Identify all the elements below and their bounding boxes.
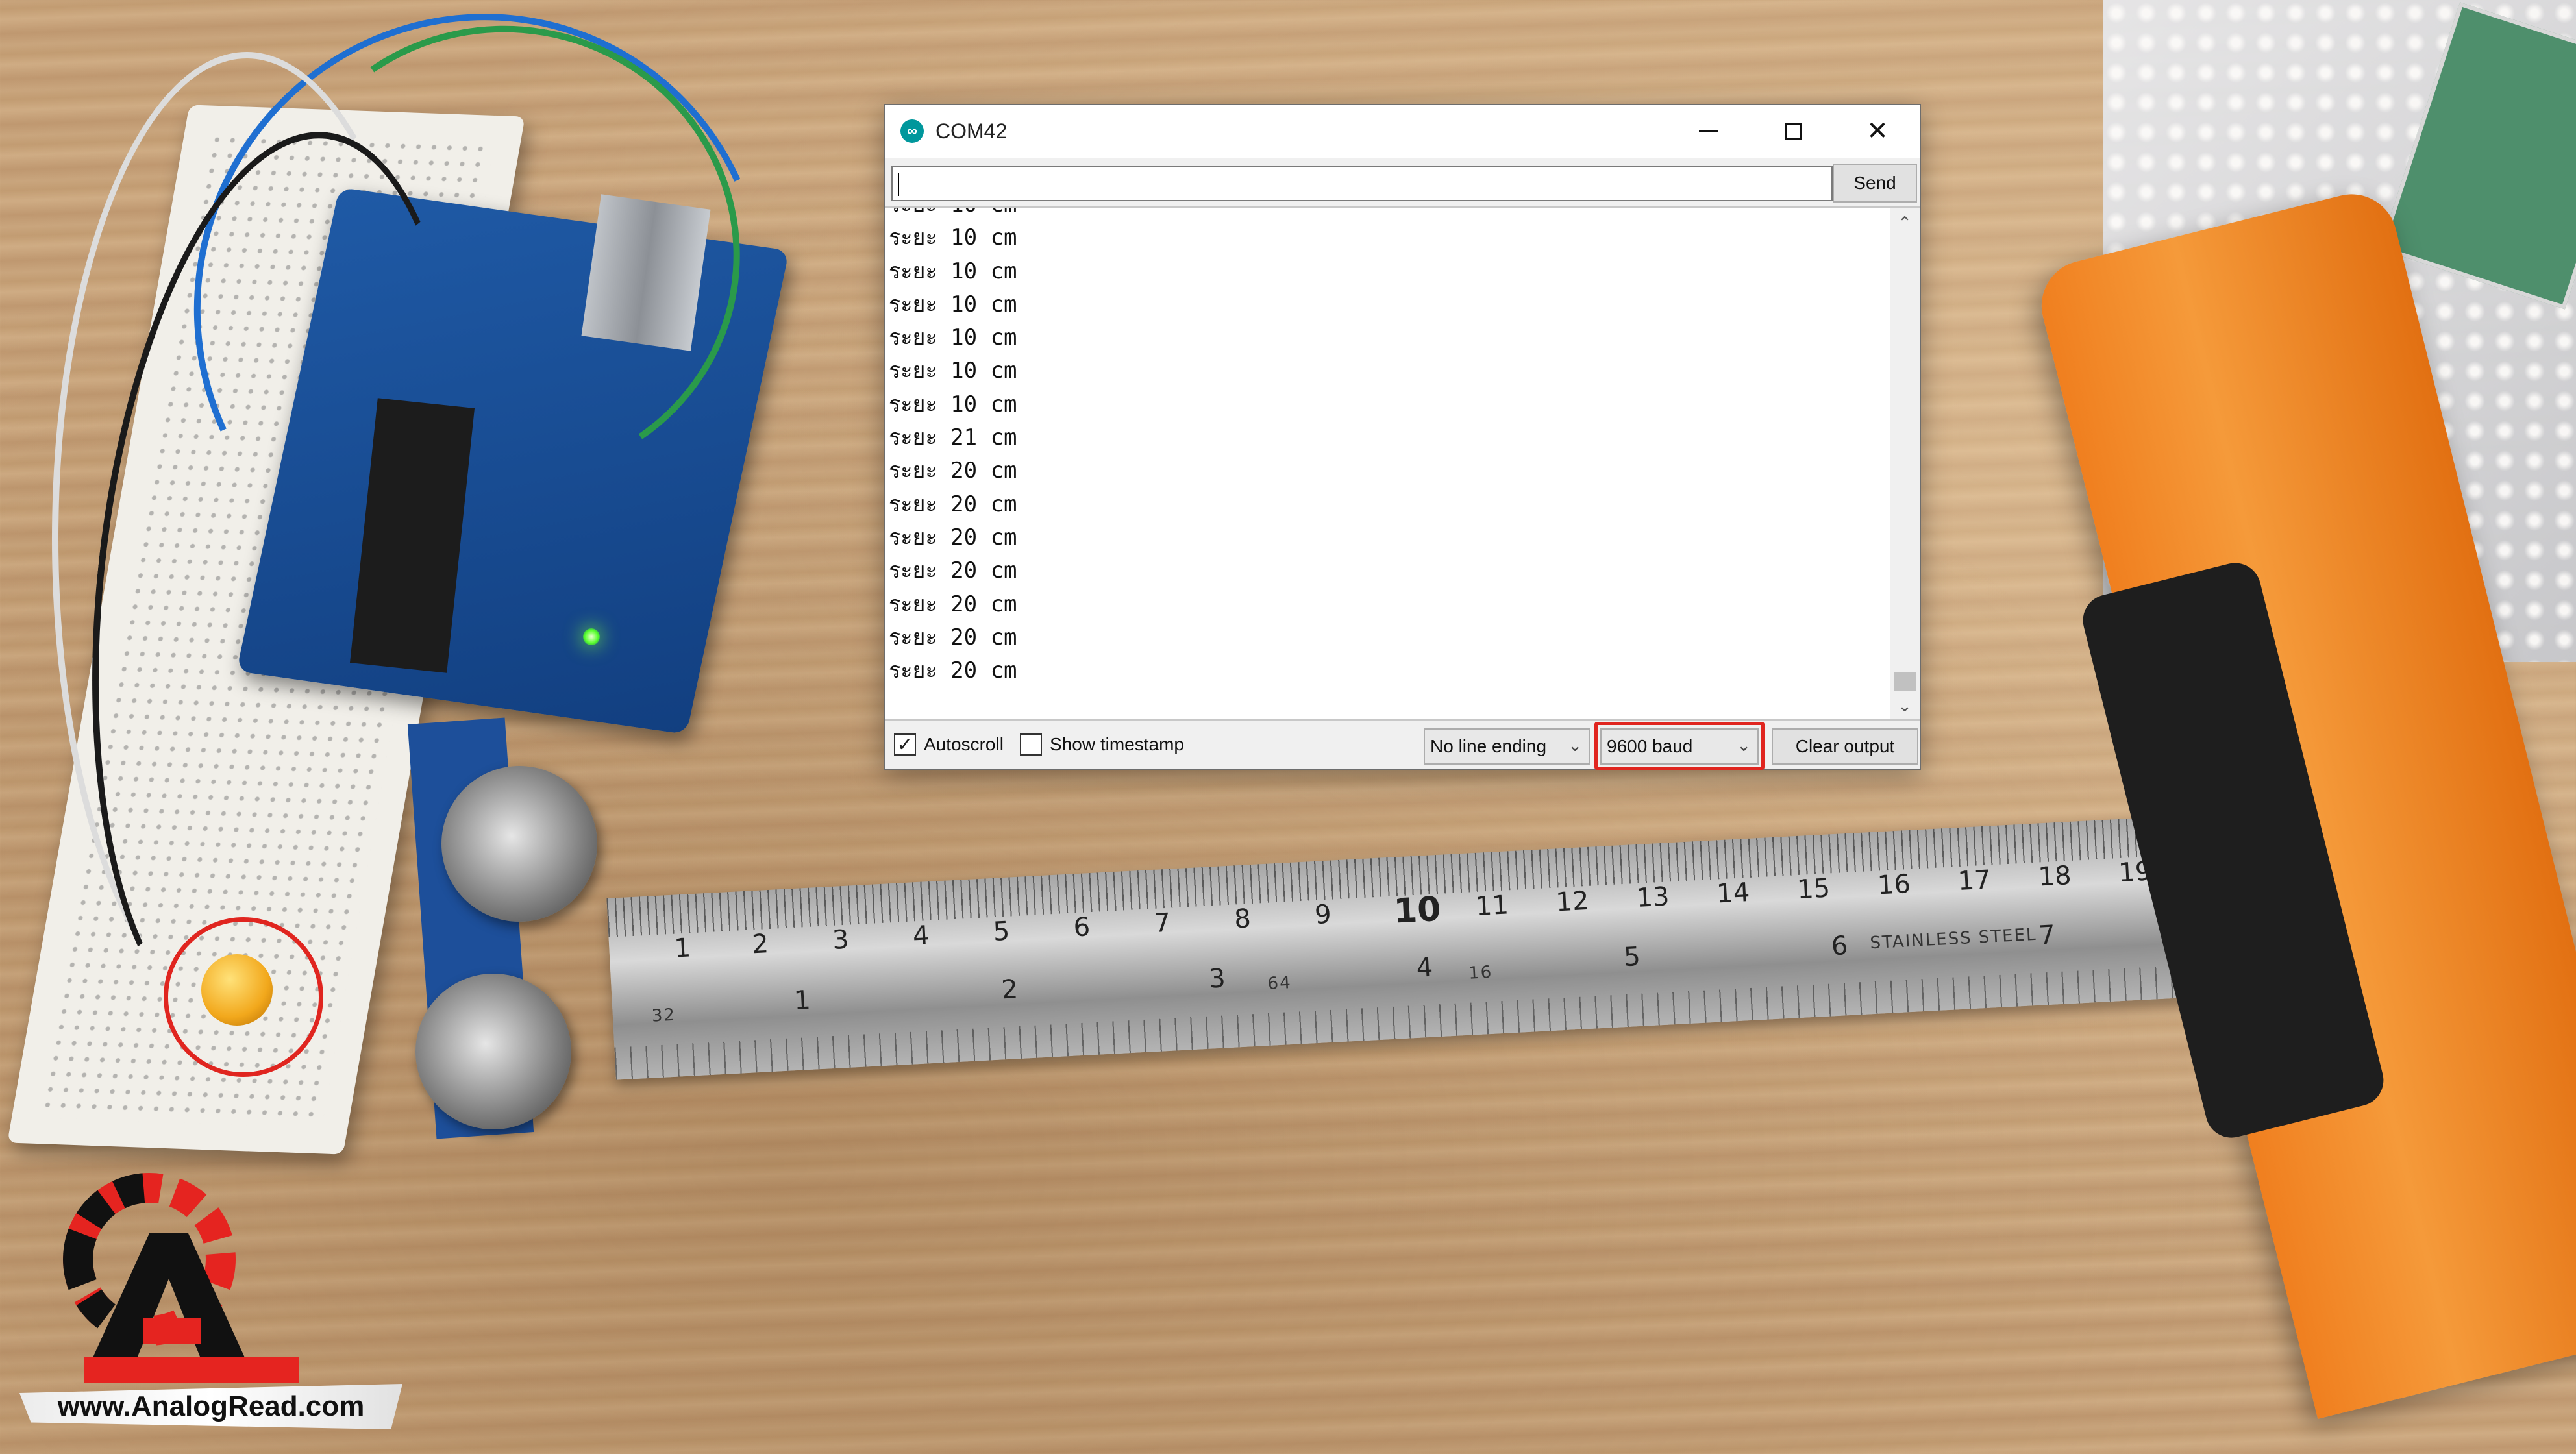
ultrasonic-transmitter <box>441 766 597 922</box>
gear-a-logo-icon <box>63 1173 299 1383</box>
ruler-top-number: 5 <box>992 916 1011 947</box>
output-line: ระยะ 20 cm <box>889 558 1017 584</box>
ruler-top-number: 15 <box>1796 873 1831 906</box>
output-line: ระยะ 10 cm <box>889 325 1017 351</box>
close-icon: ✕ <box>1866 116 1889 146</box>
status-led <box>583 628 600 645</box>
baud-highlight-box <box>1594 722 1765 770</box>
ruler-top-number: 1 <box>673 933 692 964</box>
maximize-icon <box>1785 123 1802 140</box>
ruler-top-number: 11 <box>1474 890 1509 922</box>
window-title: COM42 <box>935 119 1008 143</box>
ruler-top-number: 6 <box>1072 912 1091 943</box>
ruler-small-label: 16 <box>1468 962 1494 983</box>
output-line: ระยะ 10 cm <box>889 258 1017 284</box>
output-line: ระยะ 21 cm <box>889 425 1017 451</box>
timestamp-label: Show timestamp <box>1050 734 1184 754</box>
serial-monitor-window[interactable]: ∞ COM42 ✕ Send ระยะ 10 cm ระยะ 10 cm ระย… <box>884 104 1921 770</box>
title-bar[interactable]: ∞ COM42 ✕ <box>885 105 1920 157</box>
chevron-down-icon: ⌄ <box>1568 736 1582 756</box>
ruler-top-number: 9 <box>1313 899 1332 930</box>
line-ending-select[interactable]: No line ending ⌄ <box>1424 728 1590 765</box>
ruler-bottom-number: 6 <box>1830 931 1849 962</box>
output-line: ระยะ 20 cm <box>889 658 1017 684</box>
ruler-top-number: 3 <box>832 924 850 955</box>
output-lines: ระยะ 10 cm ระยะ 10 cm ระยะ 10 cm ระยะ 10… <box>889 208 1017 687</box>
maximize-button[interactable] <box>1751 105 1835 157</box>
ruler-brand-label: STAINLESS STEEL <box>1869 924 2038 954</box>
led-highlight-circle <box>164 917 323 1077</box>
send-button[interactable]: Send <box>1833 164 1917 203</box>
autoscroll-label: Autoscroll <box>924 734 1004 754</box>
ruler-top-number: 2 <box>751 929 770 960</box>
ruler-small-label: 64 <box>1267 973 1293 994</box>
ruler-top-number: 13 <box>1635 881 1670 913</box>
ruler-small-label: 32 <box>651 1005 676 1026</box>
send-bar: Send <box>885 158 1920 208</box>
checkmark-icon: ✓ <box>897 733 913 756</box>
serial-output[interactable]: ระยะ 10 cm ระยะ 10 cm ระยะ 10 cm ระยะ 10… <box>885 208 1891 721</box>
output-line: ระยะ 10 cm <box>889 391 1017 417</box>
output-line: ระยะ 10 cm <box>889 358 1017 384</box>
scroll-thumb[interactable] <box>1894 672 1916 691</box>
bottom-bar: ✓ Autoscroll Show timestamp No line endi… <box>885 719 1920 770</box>
clear-output-button[interactable]: Clear output <box>1772 728 1918 765</box>
analogread-logo: www.AnalogRead.com <box>19 1162 409 1448</box>
ultrasonic-receiver <box>415 974 571 1129</box>
vertical-scrollbar[interactable]: ⌃ ⌄ <box>1890 208 1920 721</box>
line-ending-value: No line ending <box>1430 736 1547 756</box>
timestamp-option[interactable]: Show timestamp <box>1020 733 1184 756</box>
output-line: ระยะ 20 cm <box>889 591 1017 617</box>
ruler-top-number: 18 <box>2037 860 2072 893</box>
ruler-bottom-number: 7 <box>2038 920 2057 951</box>
minimize-button[interactable] <box>1666 105 1751 157</box>
output-line: ระยะ 10 cm <box>889 291 1017 317</box>
output-line: ระยะ 20 cm <box>889 491 1017 517</box>
output-line: ระยะ 20 cm <box>889 524 1017 550</box>
ruler-bottom-number: 2 <box>1000 974 1019 1005</box>
ruler-bottom-number: 3 <box>1208 963 1226 994</box>
autoscroll-checkbox[interactable]: ✓ <box>894 733 916 756</box>
ruler-top-number: 8 <box>1233 904 1252 935</box>
minimize-icon <box>1699 130 1718 132</box>
ruler-top-number: 17 <box>1957 865 1992 897</box>
ruler-bottom-number: 4 <box>1415 952 1434 983</box>
output-line: ระยะ 10 cm <box>889 208 1017 221</box>
autoscroll-option[interactable]: ✓ Autoscroll <box>894 733 1004 756</box>
send-input[interactable] <box>891 166 1833 201</box>
ruler-top-number: 7 <box>1153 907 1172 939</box>
ruler-bottom-number: 1 <box>793 985 811 1017</box>
ruler-top-number: 4 <box>911 920 930 952</box>
ruler-bottom-number: 5 <box>1623 941 1641 973</box>
output-line: ระยะ 10 cm <box>889 225 1017 251</box>
ruler-top-number: 16 <box>1876 869 1912 901</box>
output-line: ระยะ 20 cm <box>889 458 1017 484</box>
arduino-infinity-icon: ∞ <box>900 119 924 143</box>
steel-ruler: 1 2 3 4 5 6 7 8 9 10 11 12 13 14 15 16 1… <box>606 815 2198 1080</box>
ruler-top-number: 12 <box>1555 885 1590 918</box>
ruler-top-number: 10 <box>1393 889 1442 931</box>
output-line: ระยะ 20 cm <box>889 624 1017 650</box>
window-controls: ✕ <box>1666 105 1920 157</box>
close-button[interactable]: ✕ <box>1835 105 1920 157</box>
scroll-down-icon[interactable]: ⌄ <box>1890 691 1920 721</box>
scroll-up-icon[interactable]: ⌃ <box>1890 208 1920 238</box>
timestamp-checkbox[interactable] <box>1020 733 1042 756</box>
ruler-top-number: 14 <box>1716 877 1751 909</box>
